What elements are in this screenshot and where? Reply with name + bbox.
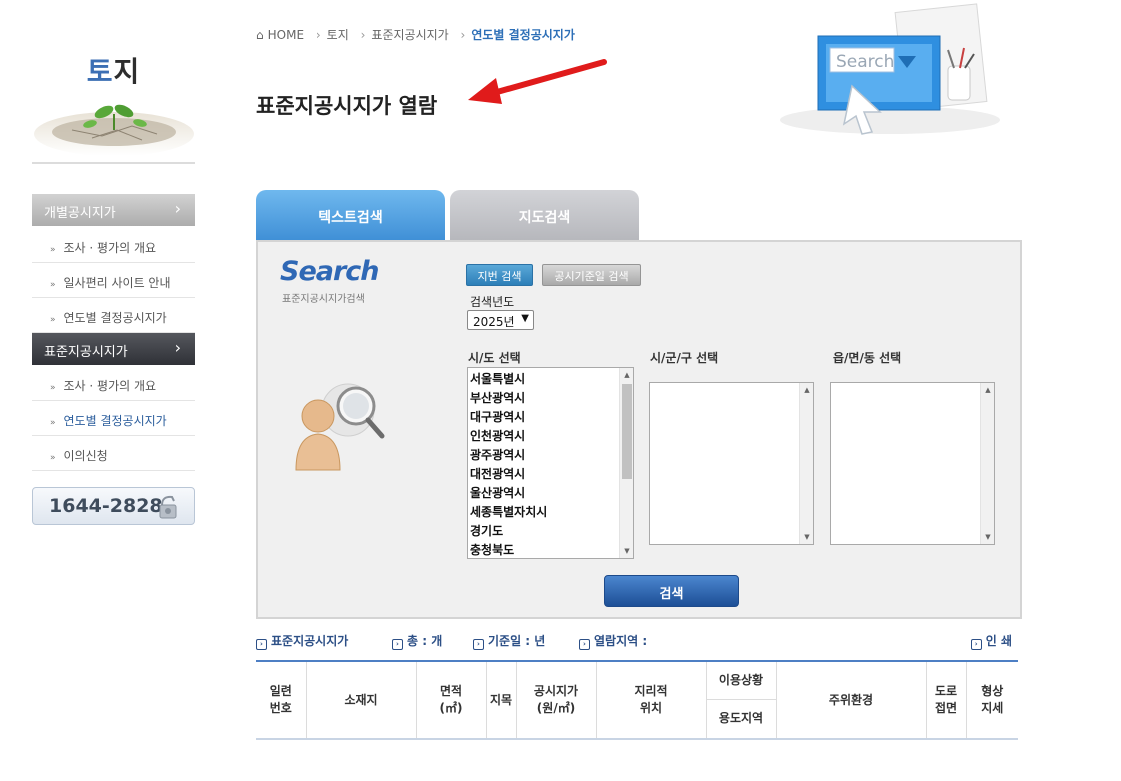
sigungu-label: 시/군/구 선택	[650, 351, 719, 365]
result-table: 일련 번호 소재지 면적 (㎡) 지목 공시지가 (원/㎡) 지리적 위치 이용상황 주…	[256, 660, 1018, 740]
home-icon: ⌂	[256, 28, 264, 42]
page-title: 표준지공시지가 열람	[256, 94, 438, 118]
arrow-box-icon: ›	[392, 639, 403, 650]
list-item[interactable]: 대구광역시	[468, 408, 633, 427]
header-zone: 용도지역	[706, 698, 776, 740]
scroll-down-icon[interactable]: ▼	[620, 544, 634, 558]
list-item[interactable]: 충청북도	[468, 541, 633, 560]
breadcrumb-home[interactable]: HOME	[268, 28, 304, 42]
eupmyeondong-label: 읍/면/동 선택	[833, 351, 902, 365]
bullet-icon: »	[50, 280, 56, 290]
header-usage: 이용상황	[705, 660, 777, 700]
list-item[interactable]: 대전광역시	[468, 465, 633, 484]
breadcrumb-item-land[interactable]: 토지	[327, 28, 349, 42]
arrow-box-icon: ›	[970, 639, 982, 650]
year-label: 검색년도	[470, 295, 515, 309]
list-item[interactable]: 광주광역시	[468, 446, 633, 465]
bullet-icon: »	[50, 383, 56, 393]
search-banner-illustration: Search	[780, 3, 1000, 135]
eupmyeondong-listbox[interactable]: ▲ ▼	[830, 382, 995, 545]
chevron-right-icon: ›	[174, 199, 181, 218]
header-geo-position: 지리적 위치	[595, 660, 707, 740]
sidebar-item-standard-survey-overview[interactable]: » 조사 · 평가의 개요	[32, 366, 195, 401]
bullet-icon: »	[50, 245, 56, 255]
breadcrumb-item-standard[interactable]: 표준지공시지가	[371, 28, 448, 42]
chevron-down-icon: ▼	[521, 313, 529, 324]
header-price: 공시지가 (원/㎡)	[515, 660, 597, 740]
summary-title: › 표준지공시지가	[256, 632, 348, 650]
sidebar-item-objection[interactable]: » 이의신청	[32, 436, 195, 471]
summary-base-date: › 기준일 : 년	[473, 632, 545, 650]
search-button[interactable]: 검색	[604, 575, 739, 607]
header-road: 도로 접면	[925, 660, 967, 740]
person-magnifier-icon	[295, 383, 385, 471]
jibun-search-button[interactable]: 지번 검색	[466, 264, 533, 286]
arrow-box-icon: ›	[579, 639, 590, 650]
summary-region: › 열람지역 :	[579, 632, 647, 650]
year-select[interactable]: 2025년 ▼	[467, 310, 534, 330]
scrollbar[interactable]: ▲ ▼	[619, 368, 633, 558]
sidebar-item-ilsapyeonri-guide[interactable]: » 일사편리 사이트 안내	[32, 263, 195, 298]
header-surroundings: 주위환경	[775, 660, 927, 740]
list-item[interactable]: 부산광역시	[468, 389, 633, 408]
scroll-up-icon[interactable]: ▲	[981, 383, 995, 397]
phone-number-box: 1644-2828	[32, 487, 195, 525]
red-arrow-annotation	[468, 59, 607, 104]
scroll-down-icon[interactable]: ▼	[800, 530, 814, 544]
breadcrumb-item-current: 연도별 결정공시지가	[471, 28, 575, 42]
chevron-right-icon: ›	[174, 338, 181, 357]
search-logo: Search	[280, 256, 380, 287]
scrollbar[interactable]: ▲ ▼	[980, 383, 994, 544]
arrow-box-icon: ›	[256, 639, 267, 650]
section-title: 토지	[86, 55, 141, 88]
sido-label: 시/도 선택	[468, 351, 521, 365]
list-item[interactable]: 서울특별시	[468, 370, 633, 389]
print-link[interactable]: › 인 쇄	[970, 632, 1012, 650]
list-item[interactable]: 경기도	[468, 522, 633, 541]
breadcrumb: ⌂ HOME › 토지 › 표준지공시지가 › 연도별 결정공시지가	[256, 28, 575, 42]
tab-text-search[interactable]: 텍스트검색	[256, 190, 445, 241]
header-area: 면적 (㎡)	[415, 660, 487, 740]
arrow-box-icon: ›	[473, 639, 484, 650]
bullet-icon: »	[50, 453, 56, 463]
menu-standard-land-price[interactable]: 표준지공시지가 ›	[32, 333, 195, 365]
scrollbar[interactable]: ▲ ▼	[799, 383, 813, 544]
list-item[interactable]: 울산광역시	[468, 484, 633, 503]
base-date-search-button[interactable]: 공시기준일 검색	[542, 264, 641, 286]
sidebar-item-standard-yearly-price[interactable]: » 연도별 결정공시지가	[32, 401, 195, 436]
header-shape: 형상 지세	[965, 660, 1018, 740]
header-address: 소재지	[305, 660, 417, 740]
bullet-icon: »	[50, 418, 56, 428]
bullet-icon: »	[50, 315, 56, 325]
scroll-down-icon[interactable]: ▼	[981, 530, 995, 544]
scroll-up-icon[interactable]: ▲	[620, 368, 634, 382]
menu-individual-land-price[interactable]: 개별공시지가 ›	[32, 194, 195, 226]
sigungu-listbox[interactable]: ▲ ▼	[649, 382, 814, 545]
summary-total: › 총 : 개	[392, 632, 442, 650]
sidebar-item-yearly-price[interactable]: » 연도별 결정공시지가	[32, 298, 195, 333]
search-panel: Search 표준지공시지가검색 지번 검색 공시기준일 검색 검색년도 202…	[256, 240, 1022, 619]
header-serial: 일련 번호	[256, 660, 307, 740]
list-item[interactable]: 세종특별자치시	[468, 503, 633, 522]
phone-icon	[159, 495, 177, 519]
svg-text:Search: Search	[836, 52, 894, 72]
list-item[interactable]: 인천광역시	[468, 427, 633, 446]
search-logo-subtitle: 표준지공시지가검색	[282, 294, 365, 305]
tab-map-search[interactable]: 지도검색	[450, 190, 639, 241]
sido-listbox[interactable]: 서울특별시 부산광역시 대구광역시 인천광역시 광주광역시 대전광역시 울산광역…	[467, 367, 634, 559]
sidebar-item-survey-overview[interactable]: » 조사 · 평가의 개요	[32, 228, 195, 263]
result-summary: › 표준지공시지가 › 총 : 개 › 기준일 : 년 › 열람지역 : › 인 쇄	[256, 632, 1018, 650]
header-jimok: 지목	[485, 660, 517, 740]
scrollbar-thumb[interactable]	[622, 384, 632, 479]
scroll-up-icon[interactable]: ▲	[800, 383, 814, 397]
land-sprout-image	[32, 104, 195, 164]
